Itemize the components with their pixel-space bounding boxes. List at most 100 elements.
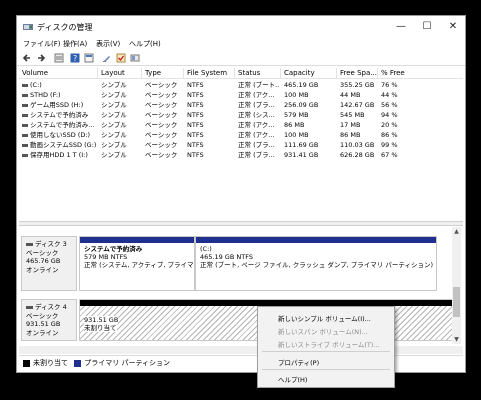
cell-status: 正常 (プラ... bbox=[238, 150, 280, 160]
menu-bar: ファイル(F) 操作(A) 表示(V) ヘルプ(H) bbox=[17, 38, 465, 50]
cell-type: ベーシック bbox=[145, 110, 183, 120]
partition-system-reserved[interactable]: システムで予約済み 579 MB NTFS 正常 (システム, アクティブ, プ… bbox=[79, 236, 195, 291]
cell-text: NTFS bbox=[187, 101, 204, 109]
disk-graphical-view: ディスク 3 ベーシック 465.76 GB オンライン システムで予約済み 5… bbox=[19, 227, 463, 344]
cell-layout: シンプル bbox=[101, 100, 141, 110]
scroll-down-icon[interactable]: ▼ bbox=[452, 335, 461, 344]
scroll-up-icon[interactable]: ▲ bbox=[452, 227, 461, 236]
properties-icon[interactable] bbox=[83, 52, 95, 64]
menu-item-new-simple-volume[interactable]: 新しいシンプル ボリューム(I)... bbox=[278, 313, 371, 323]
menu-view[interactable]: 表示(V) bbox=[96, 39, 120, 49]
cell-text: 76 % bbox=[381, 81, 398, 89]
scrollbar-thumb[interactable] bbox=[453, 287, 460, 317]
cell-file-system: NTFS bbox=[187, 100, 234, 110]
cell-layout: シンプル bbox=[101, 130, 141, 140]
disk-view-vertical-scrollbar[interactable]: ▲ ▼ bbox=[452, 227, 461, 344]
cell-status: 正常 (アク... bbox=[238, 130, 280, 140]
check-icon[interactable] bbox=[115, 52, 127, 64]
cell-text: STHD (F:) bbox=[30, 91, 61, 99]
cell-text: NTFS bbox=[187, 131, 204, 139]
partition-status: 正常 (システム, アクティブ, プライマリ パ bbox=[84, 261, 194, 269]
cell-text: システムで予約済み bbox=[30, 111, 89, 119]
cell-text: NTFS bbox=[187, 91, 204, 99]
disk-4-header[interactable]: ディスク 4 ベーシック 931.51 GB オンライン bbox=[21, 299, 77, 341]
close-button[interactable]: ✕ bbox=[441, 19, 465, 35]
cell-text: 44 % bbox=[381, 91, 398, 99]
cell-capacity: 111.69 GB bbox=[284, 140, 336, 150]
cell-text: シンプル bbox=[101, 111, 127, 119]
pane-splitter[interactable] bbox=[19, 221, 463, 226]
cell-volume[interactable]: システムで予約済み bbox=[22, 110, 97, 120]
cell-type: ベーシック bbox=[145, 140, 183, 150]
cell-free-space: 86 MB bbox=[340, 130, 377, 140]
cell-volume[interactable]: (C:) bbox=[22, 80, 97, 90]
cell-capacity: 931.41 GB bbox=[284, 150, 336, 160]
menu-item-new-spanned-volume[interactable]: 新しいスパン ボリューム(N)... bbox=[278, 326, 368, 336]
column-header-status[interactable]: Status bbox=[235, 68, 281, 79]
column-header-capacity[interactable]: Capacity bbox=[281, 68, 337, 79]
column-header-layout[interactable]: Layout bbox=[98, 68, 142, 79]
cell-text: 67 % bbox=[381, 151, 398, 159]
cell-free-space: 626.28 GB bbox=[340, 150, 377, 160]
cell-text: 94 % bbox=[381, 111, 398, 119]
cell-volume[interactable]: STHD (F:) bbox=[22, 90, 97, 100]
cell-text: 正常 (シス... bbox=[238, 111, 275, 119]
cell-volume[interactable]: システムで予約済み... bbox=[22, 120, 97, 130]
cell-layout: シンプル bbox=[101, 110, 141, 120]
cell-volume[interactable]: ゲーム用SSD (H:) bbox=[22, 100, 97, 110]
menu-item-help[interactable]: ヘルプ(H) bbox=[278, 374, 307, 384]
cell-text: 579 MB bbox=[284, 111, 309, 119]
disk-list-icon[interactable] bbox=[53, 52, 65, 64]
menu-action[interactable]: 操作(A) bbox=[63, 39, 87, 49]
cell-text: 626.28 GB bbox=[340, 151, 375, 159]
cell-volume[interactable]: 動画システムSSD (G:) bbox=[22, 140, 97, 150]
disk-3-type: ベーシック bbox=[26, 248, 59, 257]
cell-text: 465.19 GB bbox=[284, 81, 319, 89]
menu-item-properties[interactable]: プロパティ(P) bbox=[278, 357, 319, 367]
cell-percent-free: 20 % bbox=[381, 120, 462, 130]
view-icon[interactable] bbox=[129, 52, 141, 64]
disk-view-horizontal-scrollbar[interactable] bbox=[19, 346, 463, 354]
cell-text: ベーシック bbox=[145, 91, 178, 99]
disk-3-size: 465.76 GB bbox=[26, 257, 61, 265]
menu-help[interactable]: ヘルプ(H) bbox=[129, 39, 161, 49]
column-header-free-space[interactable]: Free Spa... bbox=[337, 68, 378, 79]
column-header-file-system[interactable]: File System bbox=[184, 68, 235, 79]
cell-volume[interactable]: 保存用HDD 1 T (I:) bbox=[22, 150, 97, 160]
disk-3-header[interactable]: ディスク 3 ベーシック 465.76 GB オンライン bbox=[21, 236, 77, 291]
cell-text: ベーシック bbox=[145, 151, 178, 159]
cell-percent-free: 67 % bbox=[381, 150, 462, 160]
cell-text: 正常 (プラ... bbox=[238, 141, 275, 149]
cell-status: 正常 (アク... bbox=[238, 90, 280, 100]
cell-text: 931.41 GB bbox=[284, 151, 319, 159]
cell-text: 256.09 GB bbox=[284, 101, 319, 109]
column-header-type[interactable]: Type bbox=[142, 68, 184, 79]
back-icon[interactable] bbox=[21, 52, 33, 64]
edit-icon[interactable] bbox=[101, 52, 113, 64]
menu-file[interactable]: ファイル(F) bbox=[23, 39, 61, 49]
cell-volume[interactable]: 使用しないSSD (D:) bbox=[22, 130, 97, 140]
minimize-button[interactable]: — bbox=[389, 19, 413, 35]
column-header-volume[interactable]: Volume bbox=[19, 68, 98, 79]
cell-layout: シンプル bbox=[101, 120, 141, 130]
cell-type: ベーシック bbox=[145, 130, 183, 140]
partition-c-drive[interactable]: (C:) 465.19 GB NTFS 正常 (ブート, ページ ファイル, ク… bbox=[195, 236, 437, 291]
cell-free-space: 545 MB bbox=[340, 110, 377, 120]
disk-4-status: オンライン bbox=[26, 328, 59, 337]
forward-icon[interactable] bbox=[35, 52, 47, 64]
cell-status: 正常 (アク... bbox=[238, 120, 280, 130]
cell-text: 142.67 GB bbox=[340, 101, 375, 109]
cell-text: 111.69 GB bbox=[284, 141, 319, 149]
maximize-button[interactable]: ☐ bbox=[415, 19, 439, 35]
cell-text: ベーシック bbox=[145, 121, 178, 129]
menu-item-new-striped-volume[interactable]: 新しいストライプ ボリューム(T)... bbox=[278, 339, 380, 349]
help-icon[interactable]: ? bbox=[69, 52, 81, 64]
cell-text: シンプル bbox=[101, 121, 127, 129]
cell-capacity: 86 MB bbox=[284, 120, 336, 130]
cell-percent-free: 99 % bbox=[381, 140, 462, 150]
partition-name: システムで予約済み bbox=[84, 245, 143, 253]
cell-text: シンプル bbox=[101, 91, 127, 99]
disk-management-icon bbox=[23, 24, 33, 30]
volume-icon bbox=[22, 93, 28, 97]
column-header-percent-free[interactable]: % Free bbox=[378, 68, 463, 79]
